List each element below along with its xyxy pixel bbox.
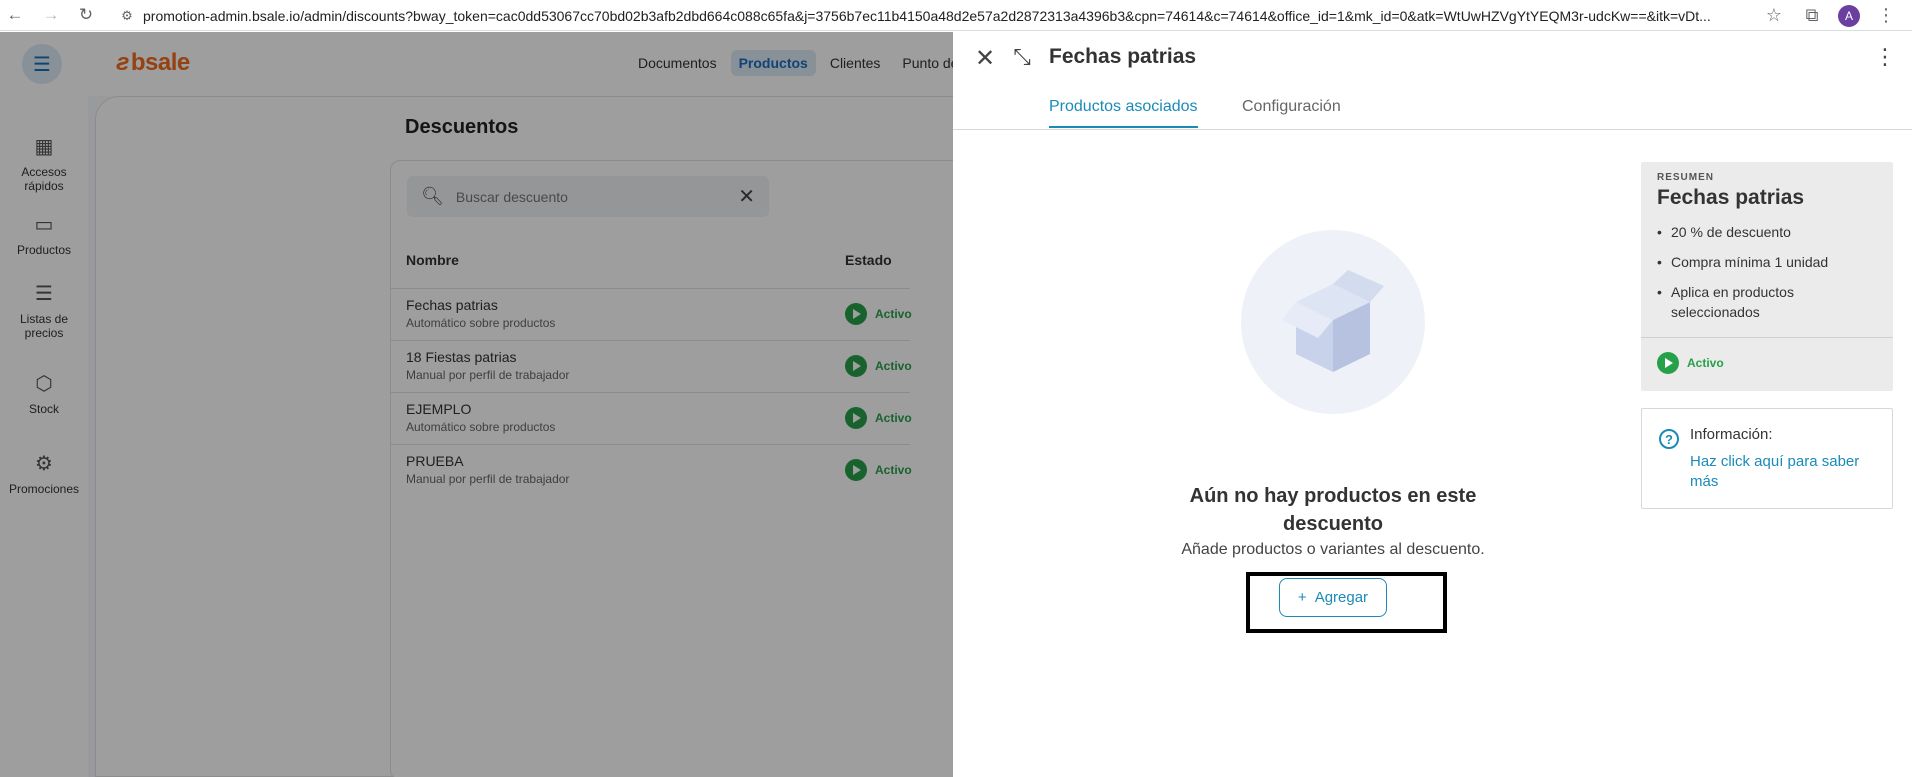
drawer-title: Fechas patrias (1049, 45, 1197, 68)
empty-state-title: Aún no hay productos en este descuento (1189, 485, 1477, 535)
discount-detail-drawer: ✕ ⤡ Fechas patrias ⋮ Productos asociados… (953, 32, 1912, 777)
reload-icon[interactable]: ↻ (72, 1, 100, 29)
tab-productos-asociados[interactable]: Productos asociados (1049, 98, 1198, 128)
more-options-icon[interactable]: ⋮ (1874, 44, 1896, 70)
status-badge: Activo (1657, 352, 1724, 374)
extensions-icon[interactable]: ⧉ (1800, 5, 1824, 26)
info-title: Información: (1690, 426, 1773, 443)
summary-item: Aplica en productos seleccionados (1657, 282, 1882, 322)
add-button-label: Agregar (1314, 589, 1369, 606)
modal-backdrop[interactable] (0, 32, 953, 777)
profile-avatar[interactable]: A (1838, 4, 1860, 27)
empty-state-subtitle: Añade productos o variantes al descuento… (1181, 541, 1485, 558)
expand-icon[interactable]: ⤡ (1008, 44, 1036, 70)
info-link[interactable]: Haz click aquí para saber más (1690, 452, 1885, 492)
play-icon (1657, 352, 1679, 374)
summary-title: Fechas patrias (1657, 186, 1805, 209)
summary-card: RESUMEN Fechas patrias 20 % de descuento… (1641, 162, 1893, 391)
bookmark-star-icon[interactable]: ☆ (1762, 5, 1786, 26)
summary-list: 20 % de descuento Compra mínima 1 unidad… (1657, 222, 1882, 332)
info-card: ? Información: Haz click aquí para saber… (1641, 408, 1893, 509)
address-bar[interactable]: ⚙ promotion-admin.bsale.io/admin/discoun… (116, 3, 1736, 28)
tab-configuracion[interactable]: Configuración (1242, 98, 1341, 126)
box-icon (1282, 270, 1384, 372)
summary-label: RESUMEN (1657, 172, 1715, 183)
divider (1641, 337, 1893, 338)
back-icon[interactable]: ← (1, 1, 29, 29)
browser-menu-icon[interactable]: ⋮ (1874, 5, 1898, 26)
close-icon[interactable]: ✕ (971, 44, 999, 73)
url-text[interactable]: promotion-admin.bsale.io/admin/discounts… (143, 8, 1723, 24)
site-info-icon[interactable]: ⚙ (116, 5, 138, 27)
summary-item: 20 % de descuento (1657, 222, 1882, 242)
forward-icon[interactable]: → (37, 1, 65, 29)
summary-item: Compra mínima 1 unidad (1657, 252, 1882, 272)
plus-icon: + (1297, 589, 1307, 606)
add-products-button[interactable]: + Agregar (1279, 578, 1387, 617)
browser-toolbar: ← → ↻ ⚙ promotion-admin.bsale.io/admin/d… (0, 0, 1912, 31)
empty-box-illustration (1241, 230, 1425, 414)
drawer-tabs: Productos asociados Configuración (953, 88, 1912, 130)
help-icon: ? (1659, 429, 1679, 449)
